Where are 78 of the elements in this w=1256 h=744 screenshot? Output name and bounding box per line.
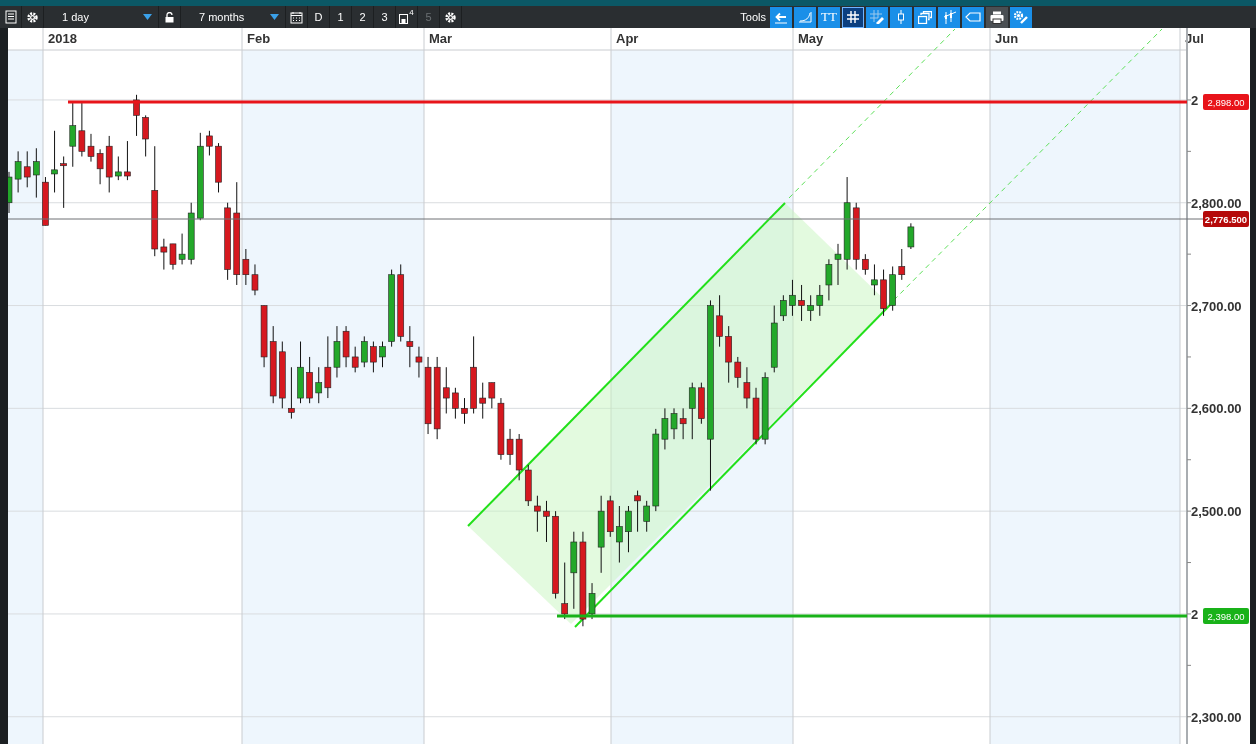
candle (807, 294, 814, 322)
candle (206, 130, 213, 156)
candle (379, 341, 386, 368)
tools-label: Tools (740, 9, 766, 25)
candle (798, 284, 805, 322)
price-tag-label: 2,398.00 (1207, 611, 1245, 622)
candle (124, 140, 131, 181)
candle (60, 156, 67, 209)
tool-button[interactable] (794, 6, 816, 28)
candle (279, 341, 286, 409)
candle (115, 156, 122, 181)
tool-button[interactable] (986, 6, 1008, 28)
settings-icon (1013, 10, 1029, 24)
month-label: Jun (995, 31, 1019, 46)
price-label: 2,500.00 (1191, 504, 1242, 520)
tool-button[interactable] (770, 6, 792, 28)
candle (370, 341, 377, 373)
tool-button[interactable] (962, 6, 984, 28)
tool-button[interactable] (914, 6, 936, 28)
candle (142, 114, 149, 157)
bars-icon (942, 10, 956, 24)
price-label: 2,600.00 (1191, 401, 1242, 417)
candle (616, 505, 623, 564)
month-label: 2018 (48, 31, 77, 46)
candle (361, 335, 368, 368)
candle (880, 269, 887, 317)
candle (534, 495, 541, 533)
price-label: 2,700.00 (1191, 298, 1242, 314)
candle (862, 253, 869, 276)
candle (461, 397, 468, 425)
windows-icon (918, 10, 932, 24)
caret-icon (270, 14, 279, 20)
candle (780, 294, 787, 322)
candle (698, 382, 705, 425)
candle (288, 366, 295, 420)
price-label: 2,300.00 (1191, 709, 1242, 725)
curve-icon (798, 10, 812, 24)
month-label: May (798, 31, 824, 46)
candle (306, 356, 313, 404)
pencil-grid-icon (870, 10, 884, 24)
print-icon (990, 10, 1004, 24)
tool-button[interactable] (866, 6, 888, 28)
back-arrow-icon (774, 10, 788, 24)
candle (33, 147, 40, 199)
candle (716, 294, 723, 348)
price-label: 2 (1191, 92, 1199, 108)
candle (215, 142, 222, 193)
month-label: Mar (429, 31, 453, 46)
slot-number: 4 (409, 9, 414, 17)
month-label: Feb (247, 31, 271, 46)
tool-button[interactable] (938, 6, 960, 28)
candle-icon (897, 10, 905, 24)
candle (643, 500, 650, 533)
price-label: 2,800.00 (1191, 195, 1242, 211)
candle (871, 263, 878, 296)
candle (725, 325, 732, 384)
tool-button[interactable] (1010, 6, 1032, 28)
candle (42, 176, 49, 226)
candle (634, 490, 641, 533)
candle (452, 387, 459, 420)
tool-button[interactable] (842, 6, 864, 28)
grid-icon (847, 11, 859, 23)
price-tag-label: 2,898.00 (1207, 97, 1245, 108)
save-icon (399, 14, 409, 24)
month-label: Apr (616, 31, 639, 46)
tag-icon (965, 12, 981, 22)
candle (561, 562, 568, 620)
price-tag-label: 2,776.500 (1204, 214, 1248, 225)
candle (51, 130, 58, 193)
candle (789, 279, 796, 317)
candle (297, 341, 304, 404)
candle (133, 94, 140, 137)
tool-button[interactable] (890, 6, 912, 28)
price-label: 2 (1191, 606, 1199, 622)
candle (543, 500, 550, 543)
candle (889, 266, 896, 312)
caret-icon (143, 14, 152, 20)
candle (625, 505, 632, 553)
